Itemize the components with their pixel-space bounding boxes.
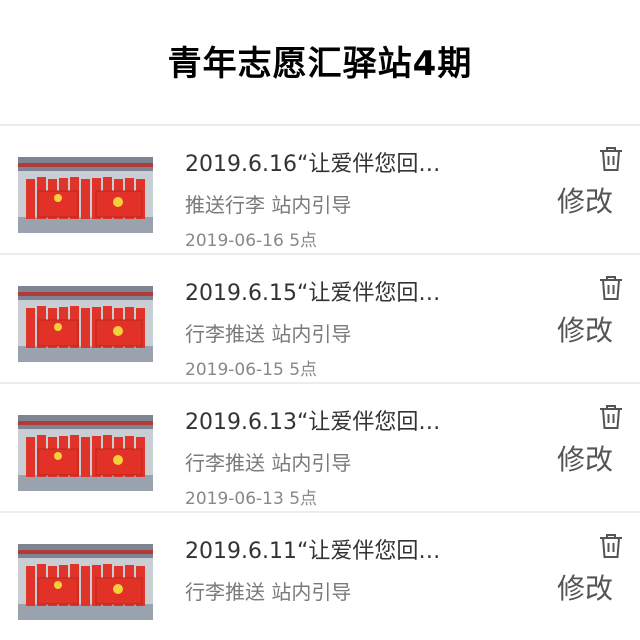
item-tags: 推送行李 站内引导 (185, 193, 352, 217)
activity-photo[interactable] (18, 415, 153, 491)
activity-list: 2019.6.16“让爱伴您回… 推送行李 站内引导 2019-06-16 5点… (0, 124, 640, 640)
page-title: 青年志愿汇驿站4期 (167, 44, 473, 84)
list-item[interactable]: 2019.6.16“让爱伴您回… 推送行李 站内引导 2019-06-16 5点… (0, 126, 640, 253)
list-item[interactable]: 2019.6.15“让爱伴您回… 行李推送 站内引导 2019-06-15 5点… (0, 255, 640, 382)
item-title[interactable]: 2019.6.13“让爱伴您回… (185, 409, 525, 437)
list-item[interactable]: 2019.6.13“让爱伴您回… 行李推送 站内引导 2019-06-13 5点… (0, 384, 640, 511)
item-date: 2019-06-13 5点 (185, 489, 318, 509)
trash-icon[interactable] (598, 532, 624, 560)
edit-button[interactable]: 修改 (550, 184, 620, 220)
edit-button[interactable]: 修改 (550, 313, 620, 349)
edit-button[interactable]: 修改 (550, 442, 620, 478)
trash-icon[interactable] (598, 274, 624, 302)
item-date: 2019-06-16 5点 (185, 231, 318, 251)
trash-icon[interactable] (598, 403, 624, 431)
activity-photo[interactable] (18, 286, 153, 362)
item-title[interactable]: 2019.6.15“让爱伴您回… (185, 280, 525, 308)
trash-icon[interactable] (598, 145, 624, 173)
item-title[interactable]: 2019.6.11“让爱伴您回… (185, 538, 525, 566)
edit-button[interactable]: 修改 (550, 571, 620, 607)
activity-photo[interactable] (18, 157, 153, 233)
item-title[interactable]: 2019.6.16“让爱伴您回… (185, 151, 525, 179)
item-tags: 行李推送 站内引导 (185, 322, 352, 346)
item-tags: 行李推送 站内引导 (185, 580, 352, 604)
activity-photo[interactable] (18, 544, 153, 620)
item-date: 2019-06-15 5点 (185, 360, 318, 380)
list-item[interactable]: 2019.6.11“让爱伴您回… 行李推送 站内引导 修改 (0, 513, 640, 640)
item-tags: 行李推送 站内引导 (185, 451, 352, 475)
